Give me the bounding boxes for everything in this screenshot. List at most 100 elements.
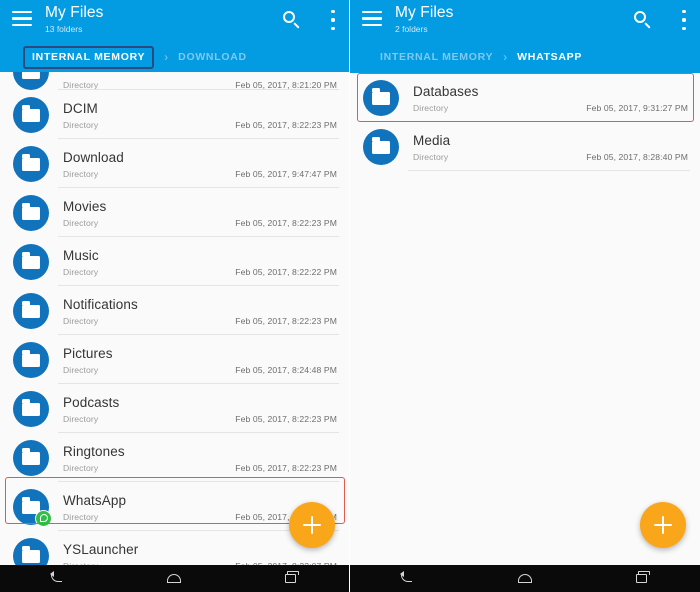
breadcrumb-separator-icon: › xyxy=(164,50,169,64)
hamburger-menu-icon[interactable] xyxy=(12,11,32,26)
breadcrumb: INTERNAL MEMORY › WHATSAPP xyxy=(350,42,700,72)
app-bar-right: My Files 2 folders INTERNAL MEMORY › WHA… xyxy=(350,0,700,73)
row-date: Feb 05, 2017, 9:31:27 PM xyxy=(586,102,688,113)
table-row[interactable]: Directory Feb 05, 2017, 8:21:20 PM xyxy=(0,54,349,90)
overflow-menu-icon[interactable] xyxy=(682,10,686,30)
search-icon[interactable] xyxy=(283,11,301,29)
row-name: Podcasts xyxy=(63,394,120,410)
folder-count-label: 13 folders xyxy=(45,24,83,34)
breadcrumb-item-internal-memory[interactable]: INTERNAL MEMORY xyxy=(23,45,155,69)
recent-apps-icon xyxy=(284,571,300,583)
row-name: Ringtones xyxy=(63,443,125,459)
home-icon xyxy=(167,574,182,583)
row-type: Directory xyxy=(63,266,99,277)
nav-back-button[interactable] xyxy=(388,565,428,592)
row-name: Media xyxy=(413,132,451,148)
folder-icon xyxy=(13,194,49,231)
android-navigation-bar xyxy=(350,565,700,592)
folder-icon xyxy=(13,243,49,280)
table-row[interactable]: Notifications Directory Feb 05, 2017, 8:… xyxy=(0,286,349,335)
row-name: Pictures xyxy=(63,345,113,361)
folder-icon xyxy=(363,128,399,165)
android-navigation-bar xyxy=(0,565,349,592)
search-icon[interactable] xyxy=(634,11,652,29)
row-type: Directory xyxy=(63,217,99,228)
back-arrow-icon xyxy=(399,571,413,582)
table-row[interactable]: Pictures Directory Feb 05, 2017, 8:24:48… xyxy=(0,335,349,384)
row-type: Directory xyxy=(63,168,99,179)
recent-apps-icon xyxy=(635,571,651,583)
row-date: Feb 05, 2017, 8:22:22 PM xyxy=(235,266,337,277)
breadcrumb-item-download[interactable]: DOWNLOAD xyxy=(178,51,247,63)
row-name: Movies xyxy=(63,198,107,214)
row-type: Directory xyxy=(63,413,99,424)
row-date: Feb 05, 2017, 8:22:23 PM xyxy=(235,462,337,473)
folder-icon xyxy=(13,96,49,133)
file-list-right[interactable]: Databases Directory Feb 05, 2017, 9:31:2… xyxy=(350,73,700,565)
row-date: Feb 05, 2017, 8:24:48 PM xyxy=(235,364,337,375)
app-bar-left: My Files 13 folders INTERNAL MEMORY › DO… xyxy=(0,0,349,72)
table-row[interactable]: Podcasts Directory Feb 05, 2017, 8:22:23… xyxy=(0,384,349,433)
row-type: Directory xyxy=(63,511,99,522)
row-name: Notifications xyxy=(63,296,138,312)
table-row[interactable]: Music Directory Feb 05, 2017, 8:22:22 PM xyxy=(0,237,349,286)
row-name: Download xyxy=(63,149,124,165)
row-type: Directory xyxy=(63,462,99,473)
breadcrumb-separator-icon: › xyxy=(503,50,508,64)
row-type: Directory xyxy=(63,364,99,375)
row-type: Directory xyxy=(63,119,99,130)
app-title-block: My Files 2 folders xyxy=(395,4,454,35)
nav-recents-button[interactable] xyxy=(271,565,311,592)
row-date: Feb 05, 2017, 8:22:23 PM xyxy=(235,413,337,424)
add-button[interactable] xyxy=(289,502,335,548)
nav-back-button[interactable] xyxy=(38,565,78,592)
app-title-block: My Files 13 folders xyxy=(45,4,104,35)
overflow-menu-icon[interactable] xyxy=(331,10,335,30)
row-type: Directory xyxy=(63,315,99,326)
folder-count-label: 2 folders xyxy=(395,24,428,34)
folder-icon xyxy=(363,79,399,116)
table-row-databases[interactable]: Databases Directory Feb 05, 2017, 9:31:2… xyxy=(350,73,700,122)
row-date: Feb 05, 2017, 8:22:23 PM xyxy=(235,119,337,130)
nav-home-button[interactable] xyxy=(154,565,194,592)
table-row[interactable]: Movies Directory Feb 05, 2017, 8:22:23 P… xyxy=(0,188,349,237)
row-date: Feb 05, 2017, 8:22:23 PM xyxy=(235,315,337,326)
back-arrow-icon xyxy=(49,571,63,582)
breadcrumb-item-whatsapp[interactable]: WHATSAPP xyxy=(517,51,582,63)
folder-icon xyxy=(13,145,49,182)
nav-home-button[interactable] xyxy=(505,565,545,592)
screen-whatsapp-folder: My Files 2 folders INTERNAL MEMORY › WHA… xyxy=(350,0,700,592)
breadcrumb-item-internal-memory[interactable]: INTERNAL MEMORY xyxy=(380,51,493,63)
whatsapp-badge-icon xyxy=(35,509,52,527)
row-name: Databases xyxy=(413,83,479,99)
folder-icon xyxy=(13,341,49,378)
file-list-left[interactable]: Directory Feb 05, 2017, 8:21:20 PM DCIM … xyxy=(0,54,349,580)
home-icon xyxy=(517,574,532,583)
row-name: DCIM xyxy=(63,100,98,116)
add-button[interactable] xyxy=(640,502,686,548)
row-name: Music xyxy=(63,247,99,263)
folder-icon xyxy=(13,439,49,476)
folder-icon xyxy=(13,488,52,527)
dual-screenshot-container: My Files 13 folders INTERNAL MEMORY › DO… xyxy=(0,0,700,592)
row-name: WhatsApp xyxy=(63,492,127,508)
breadcrumb: INTERNAL MEMORY › DOWNLOAD xyxy=(0,42,349,72)
table-row-media[interactable]: Media Directory Feb 05, 2017, 8:28:40 PM xyxy=(350,122,700,171)
page-title: My Files xyxy=(45,4,104,21)
row-type: Directory xyxy=(413,102,449,113)
row-name: YSLauncher xyxy=(63,541,139,557)
table-row[interactable]: Ringtones Directory Feb 05, 2017, 8:22:2… xyxy=(0,433,349,482)
table-row[interactable]: DCIM Directory Feb 05, 2017, 8:22:23 PM xyxy=(0,90,349,139)
nav-recents-button[interactable] xyxy=(622,565,662,592)
page-title: My Files xyxy=(395,4,454,21)
table-row[interactable]: Download Directory Feb 05, 2017, 9:47:47… xyxy=(0,139,349,188)
row-date: Feb 05, 2017, 8:22:23 PM xyxy=(235,217,337,228)
screen-internal-memory: My Files 13 folders INTERNAL MEMORY › DO… xyxy=(0,0,350,592)
hamburger-menu-icon[interactable] xyxy=(362,11,382,26)
row-date: Feb 05, 2017, 8:28:40 PM xyxy=(586,151,688,162)
folder-icon xyxy=(13,390,49,427)
row-date: Feb 05, 2017, 9:47:47 PM xyxy=(235,168,337,179)
folder-icon xyxy=(13,292,49,329)
row-divider xyxy=(408,170,690,171)
row-type: Directory xyxy=(413,151,449,162)
